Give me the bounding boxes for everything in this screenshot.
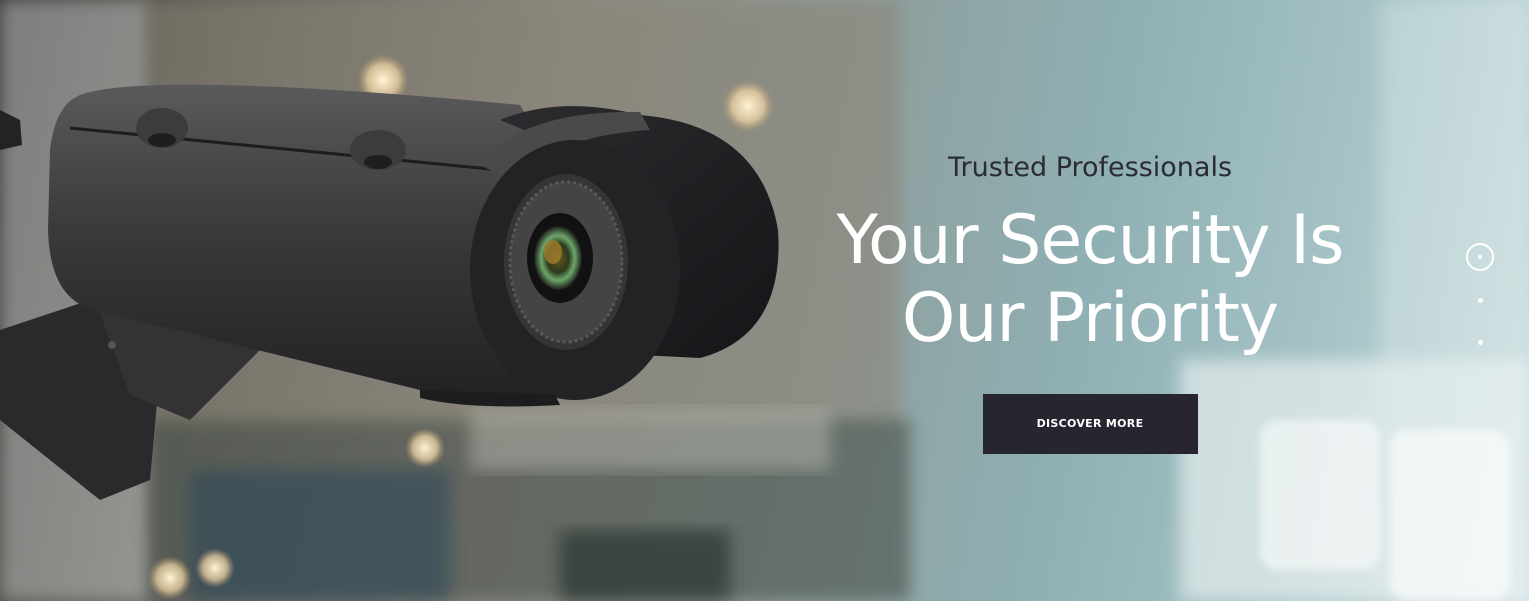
slider-dot-3[interactable] [1478,340,1483,345]
hero-headline-line-2: Our Priority [901,279,1279,358]
hero-kicker: Trusted Professionals [947,152,1233,183]
slider-dot-2[interactable] [1478,298,1483,303]
hero-content: Trusted Professionals Your Security Is O… [780,140,1400,454]
discover-more-button[interactable]: DISCOVER MORE [982,394,1198,454]
hero-slider: Trusted Professionals Your Security Is O… [0,0,1529,601]
slider-pagination [1466,243,1498,353]
slider-dot-1[interactable] [1466,243,1494,271]
hero-headline: Your Security Is Our Priority [780,202,1400,358]
security-camera-illustration [0,84,779,500]
hero-headline-line-1: Your Security Is [836,201,1344,280]
